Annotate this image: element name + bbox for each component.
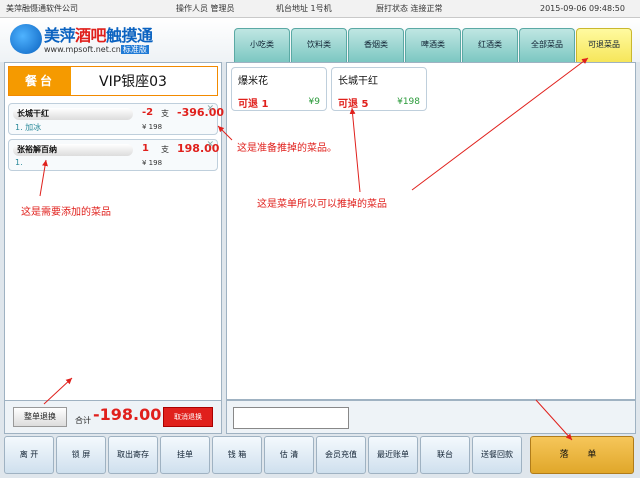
operator-info: 操作人员 管理员 xyxy=(176,4,235,13)
total-label: 合计 xyxy=(75,416,91,425)
dish-name: 爆米花 xyxy=(238,76,268,87)
tab-drinks[interactable]: 饮料类 xyxy=(291,28,347,62)
logo-url: www.mpsoft.net.cn 标准版 xyxy=(44,45,149,54)
company-name: 美萍融慑通软件公司 xyxy=(6,4,78,13)
status-bar: 美萍融慑通软件公司 操作人员 管理员 机台地址 1号机 厨打状态 连接正常 20… xyxy=(0,0,640,18)
app-logo: 美萍酒吧触摸通 www.mpsoft.net.cn 标准版 xyxy=(10,22,160,58)
print-status: 厨打状态 连接正常 xyxy=(376,4,443,13)
member-topup-button[interactable]: 会员充值 xyxy=(316,436,366,474)
cash-drawer-button[interactable]: 钱 箱 xyxy=(212,436,262,474)
item-unit: 支 xyxy=(161,109,169,118)
join-table-button[interactable]: 联台 xyxy=(420,436,470,474)
tab-returnable-dishes[interactable]: 可退菜品 xyxy=(576,28,632,62)
function-bar: 离 开 锁 屏 取出寄存 挂单 钱 箱 估 清 会员充值 最近账单 联台 送餐回… xyxy=(4,436,636,476)
item-note: 1. 加冰 xyxy=(15,123,42,132)
table-name: VIP银座03 xyxy=(99,74,167,90)
dish-price: ¥9 xyxy=(308,97,320,107)
sold-out-button[interactable]: 估 清 xyxy=(264,436,314,474)
item-amount: -396.00 xyxy=(177,106,225,119)
logo-mark-icon xyxy=(10,24,42,54)
datetime: 2015-09-06 09:48:50 xyxy=(540,4,625,13)
cancel-return-button[interactable]: 取消退换 xyxy=(163,407,213,427)
list-item[interactable]: 张裕解百纳 1 支 198.00 1. ¥ 198 ✕ xyxy=(8,139,219,171)
annotation-returnable: 这是菜单所以可以推掉的菜品 xyxy=(257,199,387,210)
item-unit: 支 xyxy=(161,145,169,154)
recent-bills-button[interactable]: 最近账单 xyxy=(368,436,418,474)
delivery-payment-button[interactable]: 送餐回款 xyxy=(472,436,522,474)
return-all-button[interactable]: 整单退换 xyxy=(13,407,67,427)
dish-name: 长城干红 xyxy=(338,76,378,87)
annotation-pending-return: 这是准备推掉的菜品。 xyxy=(237,143,337,154)
item-price: ¥ 198 xyxy=(142,123,163,131)
dish-panel: 爆米花 可退 1 ¥9 长城干红 可退 5 ¥198 这是准备推掉的菜品。 这是… xyxy=(226,62,636,400)
dish-card[interactable]: 爆米花 可退 1 ¥9 xyxy=(231,67,327,111)
tab-red-wine[interactable]: 红酒类 xyxy=(462,28,518,62)
lock-screen-button[interactable]: 锁 屏 xyxy=(56,436,106,474)
list-item[interactable]: 长城干红 -2 支 -396.00 1. 加冰 ¥ 198 ✕ xyxy=(8,103,224,135)
tab-snacks[interactable]: 小吃类 xyxy=(234,28,290,62)
retrieve-stored-button[interactable]: 取出寄存 xyxy=(108,436,158,474)
item-note: 1. xyxy=(15,158,23,167)
dish-returnable-count: 可退 5 xyxy=(338,99,369,110)
logo-title: 美萍酒吧触摸通 xyxy=(44,26,153,45)
annotation-to-add: 这是需要添加的菜品 xyxy=(21,207,111,218)
terminal-info: 机台地址 1号机 xyxy=(276,4,332,13)
tab-cigarettes[interactable]: 香烟类 xyxy=(348,28,404,62)
order-panel: 餐台 VIP银座03 长城干红 -2 支 -396.00 1. 加冰 ¥ 198… xyxy=(4,62,224,434)
item-qty[interactable]: -2 xyxy=(142,107,153,118)
order-footer: 整单退换 合计 -198.00 取消退换 xyxy=(4,400,222,434)
leave-button[interactable]: 离 开 xyxy=(4,436,54,474)
total-value: -198.00 xyxy=(93,405,162,424)
hold-order-button[interactable]: 挂单 xyxy=(160,436,210,474)
search-input[interactable] xyxy=(233,407,349,429)
table-info[interactable]: 餐台 VIP银座03 xyxy=(8,66,218,96)
dish-card[interactable]: 长城干红 可退 5 ¥198 xyxy=(331,67,427,111)
dish-price: ¥198 xyxy=(397,97,420,107)
order-list: 长城干红 -2 支 -396.00 1. 加冰 ¥ 198 ✕ 张裕解百纳 1 … xyxy=(8,103,224,175)
item-qty[interactable]: 1 xyxy=(142,143,149,154)
close-icon[interactable]: ✕ xyxy=(206,140,214,150)
input-footer xyxy=(226,400,636,434)
place-order-button[interactable]: 落 单 xyxy=(530,436,634,474)
edition-badge: 标准版 xyxy=(120,45,149,54)
item-name: 张裕解百纳 xyxy=(13,144,133,156)
item-name: 长城干红 xyxy=(13,108,133,120)
item-price: ¥ 198 xyxy=(142,159,163,167)
tab-all-dishes[interactable]: 全部菜品 xyxy=(519,28,575,62)
table-label: 餐台 xyxy=(9,67,71,95)
dish-returnable-count: 可退 1 xyxy=(238,99,269,110)
tab-beer[interactable]: 啤酒类 xyxy=(405,28,461,62)
close-icon[interactable]: ✕ xyxy=(206,104,214,114)
